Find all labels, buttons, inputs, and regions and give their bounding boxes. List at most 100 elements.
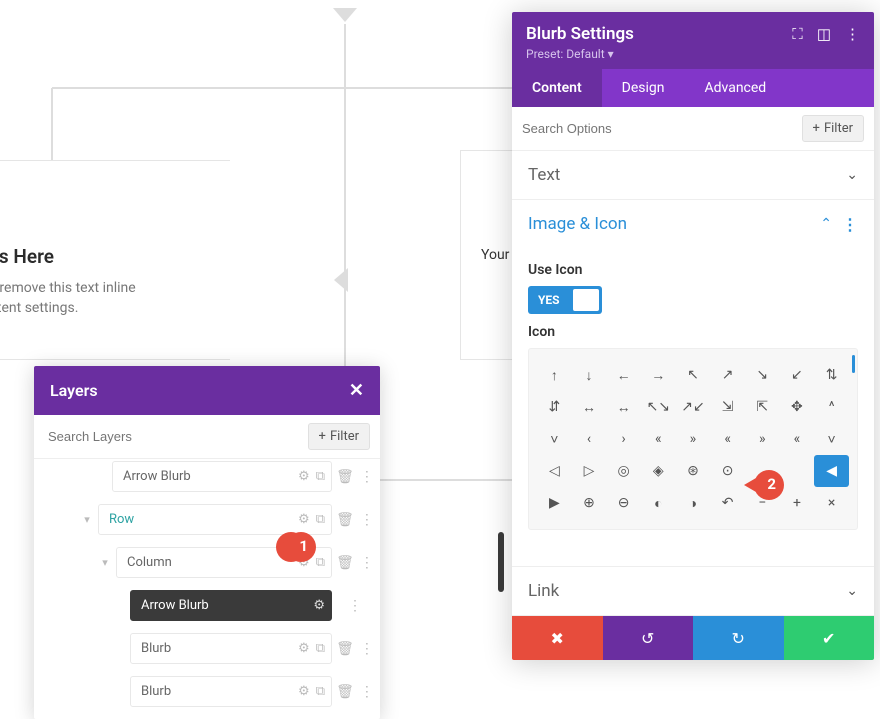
blurb-body: s here. Edit or remove this text inline … <box>0 278 210 319</box>
icon-option[interactable]: ▷ <box>572 455 607 487</box>
tab-design[interactable]: Design <box>602 69 685 107</box>
icon-option[interactable]: ⇅ <box>814 359 849 391</box>
gear-icon[interactable]: ⚙ <box>298 469 310 484</box>
icon-option[interactable]: ↖ <box>676 359 711 391</box>
section-link[interactable]: Link ⌄ <box>512 566 874 616</box>
icon-option[interactable]: » <box>745 423 780 455</box>
duplicate-icon[interactable]: ⧉ <box>316 469 325 484</box>
icon-option[interactable]: ⇱ <box>745 391 780 423</box>
scrollbar[interactable] <box>852 355 855 373</box>
section-text[interactable]: Text ⌄ <box>512 151 874 200</box>
icon-option[interactable]: ↙ <box>780 359 815 391</box>
scrollbar[interactable] <box>498 532 504 592</box>
chevron-down-icon[interactable]: ▾ <box>98 556 112 569</box>
icon-option[interactable]: › <box>606 423 641 455</box>
icon-option[interactable]: ⇵ <box>537 391 572 423</box>
layer-item-arrow-blurb-active[interactable]: Arrow Blurb ⚙ <box>130 590 332 621</box>
icon-option[interactable]: ↗↙ <box>676 391 711 423</box>
gear-icon[interactable]: ⚙ <box>298 512 310 527</box>
use-icon-toggle[interactable]: YES <box>528 286 602 314</box>
icon-option[interactable]: ⊖ <box>606 487 641 519</box>
icon-option[interactable]: ▶ <box>537 487 572 519</box>
trash-icon[interactable]: 🗑 <box>336 641 354 657</box>
icon-option[interactable]: ◈ <box>641 455 676 487</box>
dots-icon[interactable]: ⋮ <box>348 598 362 614</box>
layer-row: ▾ Column ⚙⧉ 🗑⋮ <box>34 541 380 584</box>
use-icon-label: Use Icon <box>528 262 858 278</box>
dots-icon[interactable]: ⋮ <box>360 684 374 700</box>
icon-option[interactable]: » <box>676 423 711 455</box>
icon-option[interactable]: ˅ <box>537 423 572 455</box>
layer-item-arrow-blurb[interactable]: Arrow Blurb ⚙⧉ <box>112 461 332 492</box>
settings-filter-button[interactable]: + Filter <box>802 115 864 142</box>
dots-icon[interactable]: ⋮ <box>845 25 860 43</box>
trash-icon[interactable]: 🗑 <box>336 555 354 571</box>
dots-icon[interactable]: ⋮ <box>360 512 374 528</box>
icon-option[interactable]: ˅ <box>814 423 849 455</box>
icon-option[interactable]: ◑ <box>676 487 711 519</box>
icon-option[interactable]: « <box>641 423 676 455</box>
icon-option[interactable]: ◀ <box>814 455 849 487</box>
dots-icon[interactable]: ⋮ <box>360 641 374 657</box>
icon-option[interactable]: ⇲ <box>710 391 745 423</box>
icon-option[interactable]: ↑ <box>537 359 572 391</box>
trash-icon[interactable]: 🗑 <box>336 469 354 485</box>
fullscreen-icon[interactable]: ⛶ <box>792 25 803 43</box>
icon-option[interactable]: ↔ <box>572 391 607 423</box>
icon-option[interactable]: ↗ <box>710 359 745 391</box>
icon-option[interactable]: ⊙ <box>710 455 745 487</box>
icon-option[interactable]: × <box>814 487 849 519</box>
icon-option[interactable]: « <box>780 423 815 455</box>
tab-content[interactable]: Content <box>512 69 602 107</box>
settings-search-input[interactable] <box>522 121 802 136</box>
icon-option[interactable]: ‹ <box>572 423 607 455</box>
duplicate-icon[interactable]: ⧉ <box>316 555 325 570</box>
layer-item-blurb[interactable]: Blurb ⚙⧉ <box>130 676 332 707</box>
icon-option[interactable]: ↔ <box>606 391 641 423</box>
blurb-title: r Title Goes Here <box>0 245 210 268</box>
section-image-icon[interactable]: Image & Icon ⌃ ⋮ <box>512 200 874 248</box>
duplicate-icon[interactable]: ⧉ <box>316 684 325 699</box>
panel-icon[interactable]: ◫ <box>817 25 831 43</box>
icon-option[interactable]: ◁ <box>537 455 572 487</box>
icon-option[interactable]: ◎ <box>606 455 641 487</box>
layer-item-blurb[interactable]: Blurb ⚙⧉ <box>130 633 332 664</box>
dots-icon[interactable]: ⋮ <box>842 215 858 234</box>
trash-icon[interactable]: 🗑 <box>336 684 354 700</box>
icon-option[interactable]: ⊕ <box>572 487 607 519</box>
dots-icon[interactable]: ⋮ <box>360 469 374 485</box>
icon-option[interactable]: ⊛ <box>676 455 711 487</box>
chevron-down-icon[interactable]: ▾ <box>80 513 94 526</box>
layer-item-row[interactable]: Row ⚙⧉ <box>98 504 332 535</box>
dots-icon[interactable]: ⋮ <box>360 555 374 571</box>
icon-option[interactable]: ← <box>606 359 641 391</box>
icon-option[interactable]: ↘ <box>745 359 780 391</box>
icon-option[interactable]: ◐ <box>641 487 676 519</box>
arrow-left-icon <box>334 268 348 292</box>
close-icon[interactable]: ✕ <box>349 380 364 401</box>
trash-icon[interactable]: 🗑 <box>336 512 354 528</box>
redo-button[interactable]: ↻ <box>693 616 784 660</box>
cancel-button[interactable]: ✖ <box>512 616 603 660</box>
duplicate-icon[interactable]: ⧉ <box>316 512 325 527</box>
icon-option[interactable]: → <box>641 359 676 391</box>
layers-filter-button[interactable]: + Filter <box>308 423 370 450</box>
confirm-button[interactable]: ✔ <box>784 616 875 660</box>
icon-option[interactable]: ↓ <box>572 359 607 391</box>
icon-option[interactable] <box>780 455 815 487</box>
icon-option[interactable]: ^ <box>814 391 849 423</box>
gear-icon[interactable]: ⚙ <box>298 684 310 699</box>
layers-search-input[interactable] <box>48 429 308 444</box>
duplicate-icon[interactable]: ⧉ <box>316 641 325 656</box>
chevron-down-icon: ▾ <box>608 47 614 61</box>
gear-icon[interactable]: ⚙ <box>313 598 325 613</box>
preset-label[interactable]: Preset: Default ▾ <box>526 47 860 61</box>
gear-icon[interactable]: ⚙ <box>298 641 310 656</box>
undo-button[interactable]: ↺ <box>603 616 694 660</box>
tab-advanced[interactable]: Advanced <box>685 69 787 107</box>
icon-option[interactable]: « <box>710 423 745 455</box>
icon-option[interactable]: ↖↘ <box>641 391 676 423</box>
icon-option[interactable]: ✥ <box>780 391 815 423</box>
icon-option[interactable]: + <box>780 487 815 519</box>
icon-option[interactable]: ↶ <box>710 487 745 519</box>
